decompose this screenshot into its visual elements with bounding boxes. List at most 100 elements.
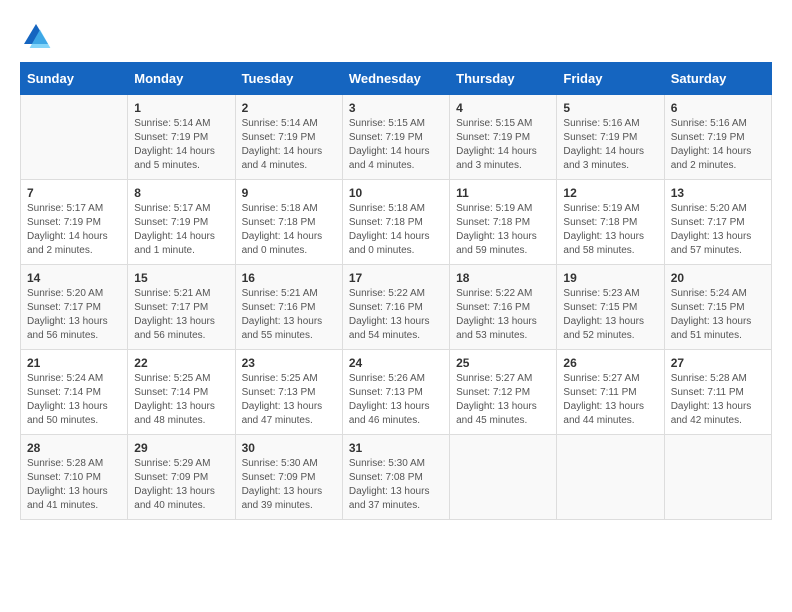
- logo: [20, 20, 56, 52]
- calendar-cell: 8 Sunrise: 5:17 AM Sunset: 7:19 PM Daylig…: [128, 180, 235, 265]
- cell-content: Sunrise: 5:27 AM Sunset: 7:11 PM Dayligh…: [563, 372, 657, 428]
- cell-content: Sunrise: 5:30 AM Sunset: 7:08 PM Dayligh…: [349, 457, 443, 513]
- cell-content: Sunrise: 5:20 AM Sunset: 7:17 PM Dayligh…: [27, 287, 121, 343]
- calendar-cell: 14 Sunrise: 5:20 AM Sunset: 7:17 PM Dayli…: [21, 265, 128, 350]
- day-number: 27: [671, 356, 765, 370]
- day-number: 21: [27, 356, 121, 370]
- day-number: 3: [349, 101, 443, 115]
- calendar-week-row: 14 Sunrise: 5:20 AM Sunset: 7:17 PM Dayli…: [21, 265, 772, 350]
- calendar-cell: 3 Sunrise: 5:15 AM Sunset: 7:19 PM Daylig…: [342, 95, 449, 180]
- day-number: 19: [563, 271, 657, 285]
- day-number: 6: [671, 101, 765, 115]
- calendar-cell: 27 Sunrise: 5:28 AM Sunset: 7:11 PM Dayli…: [664, 350, 771, 435]
- cell-content: Sunrise: 5:18 AM Sunset: 7:18 PM Dayligh…: [242, 202, 336, 258]
- day-number: 11: [456, 186, 550, 200]
- calendar-cell: 29 Sunrise: 5:29 AM Sunset: 7:09 PM Dayli…: [128, 435, 235, 520]
- weekday-header-monday: Monday: [128, 63, 235, 95]
- day-number: 1: [134, 101, 228, 115]
- calendar-cell: 9 Sunrise: 5:18 AM Sunset: 7:18 PM Daylig…: [235, 180, 342, 265]
- day-number: 24: [349, 356, 443, 370]
- cell-content: Sunrise: 5:21 AM Sunset: 7:16 PM Dayligh…: [242, 287, 336, 343]
- header: [20, 20, 772, 52]
- calendar-cell: 19 Sunrise: 5:23 AM Sunset: 7:15 PM Dayli…: [557, 265, 664, 350]
- day-number: 14: [27, 271, 121, 285]
- day-number: 4: [456, 101, 550, 115]
- calendar-cell: 17 Sunrise: 5:22 AM Sunset: 7:16 PM Dayli…: [342, 265, 449, 350]
- calendar-cell: 25Sunrise: 5:27 AM Sunset: 7:12 PM Dayli…: [450, 350, 557, 435]
- calendar-cell: 13 Sunrise: 5:20 AM Sunset: 7:17 PM Dayli…: [664, 180, 771, 265]
- calendar-table: SundayMondayTuesdayWednesdayThursdayFrid…: [20, 62, 772, 520]
- day-number: 2: [242, 101, 336, 115]
- cell-content: Sunrise: 5:24 AM Sunset: 7:15 PM Dayligh…: [671, 287, 765, 343]
- cell-content: Sunrise: 5:26 AM Sunset: 7:13 PM Dayligh…: [349, 372, 443, 428]
- cell-content: Sunrise: 5:17 AM Sunset: 7:19 PM Dayligh…: [27, 202, 121, 258]
- calendar-cell: 30 Sunrise: 5:30 AM Sunset: 7:09 PM Dayli…: [235, 435, 342, 520]
- calendar-week-row: 28 Sunrise: 5:28 AM Sunset: 7:10 PM Dayli…: [21, 435, 772, 520]
- calendar-cell: 28 Sunrise: 5:28 AM Sunset: 7:10 PM Dayli…: [21, 435, 128, 520]
- cell-content: Sunrise: 5:18 AM Sunset: 7:18 PM Dayligh…: [349, 202, 443, 258]
- cell-content: Sunrise: 5:15 AM Sunset: 7:19 PM Dayligh…: [349, 117, 443, 173]
- calendar-cell: 24 Sunrise: 5:26 AM Sunset: 7:13 PM Dayli…: [342, 350, 449, 435]
- day-number: 10: [349, 186, 443, 200]
- cell-content: Sunrise: 5:30 AM Sunset: 7:09 PM Dayligh…: [242, 457, 336, 513]
- cell-content: Sunrise: 5:14 AM Sunset: 7:19 PM Dayligh…: [134, 117, 228, 173]
- calendar-cell: 20 Sunrise: 5:24 AM Sunset: 7:15 PM Dayli…: [664, 265, 771, 350]
- calendar-cell: 23Sunrise: 5:25 AM Sunset: 7:13 PM Dayli…: [235, 350, 342, 435]
- day-number: 20: [671, 271, 765, 285]
- day-number: 13: [671, 186, 765, 200]
- calendar-cell: 11 Sunrise: 5:19 AM Sunset: 7:18 PM Dayli…: [450, 180, 557, 265]
- cell-content: Sunrise: 5:22 AM Sunset: 7:16 PM Dayligh…: [349, 287, 443, 343]
- cell-content: Sunrise: 5:15 AM Sunset: 7:19 PM Dayligh…: [456, 117, 550, 173]
- cell-content: Sunrise: 5:21 AM Sunset: 7:17 PM Dayligh…: [134, 287, 228, 343]
- cell-content: Sunrise: 5:19 AM Sunset: 7:18 PM Dayligh…: [563, 202, 657, 258]
- calendar-week-row: 7 Sunrise: 5:17 AM Sunset: 7:19 PM Daylig…: [21, 180, 772, 265]
- cell-content: Sunrise: 5:29 AM Sunset: 7:09 PM Dayligh…: [134, 457, 228, 513]
- calendar-cell: 12 Sunrise: 5:19 AM Sunset: 7:18 PM Dayli…: [557, 180, 664, 265]
- calendar-cell: 26 Sunrise: 5:27 AM Sunset: 7:11 PM Dayli…: [557, 350, 664, 435]
- calendar-cell: 1 Sunrise: 5:14 AM Sunset: 7:19 PM Daylig…: [128, 95, 235, 180]
- day-number: 17: [349, 271, 443, 285]
- calendar-cell: [21, 95, 128, 180]
- calendar-cell: 10 Sunrise: 5:18 AM Sunset: 7:18 PM Dayli…: [342, 180, 449, 265]
- cell-content: Sunrise: 5:27 AM Sunset: 7:12 PM Dayligh…: [456, 372, 550, 428]
- cell-content: Sunrise: 5:25 AM Sunset: 7:14 PM Dayligh…: [134, 372, 228, 428]
- calendar-cell: 2 Sunrise: 5:14 AM Sunset: 7:19 PM Daylig…: [235, 95, 342, 180]
- cell-content: Sunrise: 5:14 AM Sunset: 7:19 PM Dayligh…: [242, 117, 336, 173]
- calendar-cell: [450, 435, 557, 520]
- day-number: 29: [134, 441, 228, 455]
- calendar-cell: 15Sunrise: 5:21 AM Sunset: 7:17 PM Dayli…: [128, 265, 235, 350]
- cell-content: Sunrise: 5:23 AM Sunset: 7:15 PM Dayligh…: [563, 287, 657, 343]
- calendar-week-row: 21 Sunrise: 5:24 AM Sunset: 7:14 PM Dayli…: [21, 350, 772, 435]
- cell-content: Sunrise: 5:28 AM Sunset: 7:11 PM Dayligh…: [671, 372, 765, 428]
- day-number: 7: [27, 186, 121, 200]
- day-number: 9: [242, 186, 336, 200]
- day-number: 22: [134, 356, 228, 370]
- weekday-header-sunday: Sunday: [21, 63, 128, 95]
- calendar-cell: 5Sunrise: 5:16 AM Sunset: 7:19 PM Daylig…: [557, 95, 664, 180]
- weekday-header-wednesday: Wednesday: [342, 63, 449, 95]
- cell-content: Sunrise: 5:20 AM Sunset: 7:17 PM Dayligh…: [671, 202, 765, 258]
- logo-icon: [20, 20, 52, 52]
- day-number: 30: [242, 441, 336, 455]
- day-number: 8: [134, 186, 228, 200]
- calendar-cell: 16Sunrise: 5:21 AM Sunset: 7:16 PM Dayli…: [235, 265, 342, 350]
- day-number: 12: [563, 186, 657, 200]
- calendar-cell: 18Sunrise: 5:22 AM Sunset: 7:16 PM Dayli…: [450, 265, 557, 350]
- calendar-cell: 6Sunrise: 5:16 AM Sunset: 7:19 PM Daylig…: [664, 95, 771, 180]
- weekday-header-friday: Friday: [557, 63, 664, 95]
- cell-content: Sunrise: 5:19 AM Sunset: 7:18 PM Dayligh…: [456, 202, 550, 258]
- cell-content: Sunrise: 5:28 AM Sunset: 7:10 PM Dayligh…: [27, 457, 121, 513]
- day-number: 5: [563, 101, 657, 115]
- weekday-header-tuesday: Tuesday: [235, 63, 342, 95]
- cell-content: Sunrise: 5:17 AM Sunset: 7:19 PM Dayligh…: [134, 202, 228, 258]
- weekday-header-row: SundayMondayTuesdayWednesdayThursdayFrid…: [21, 63, 772, 95]
- calendar-cell: [664, 435, 771, 520]
- day-number: 26: [563, 356, 657, 370]
- cell-content: Sunrise: 5:24 AM Sunset: 7:14 PM Dayligh…: [27, 372, 121, 428]
- calendar-cell: 22 Sunrise: 5:25 AM Sunset: 7:14 PM Dayli…: [128, 350, 235, 435]
- day-number: 28: [27, 441, 121, 455]
- calendar-cell: 7 Sunrise: 5:17 AM Sunset: 7:19 PM Daylig…: [21, 180, 128, 265]
- calendar-week-row: 1 Sunrise: 5:14 AM Sunset: 7:19 PM Daylig…: [21, 95, 772, 180]
- calendar-cell: 31Sunrise: 5:30 AM Sunset: 7:08 PM Dayli…: [342, 435, 449, 520]
- weekday-header-saturday: Saturday: [664, 63, 771, 95]
